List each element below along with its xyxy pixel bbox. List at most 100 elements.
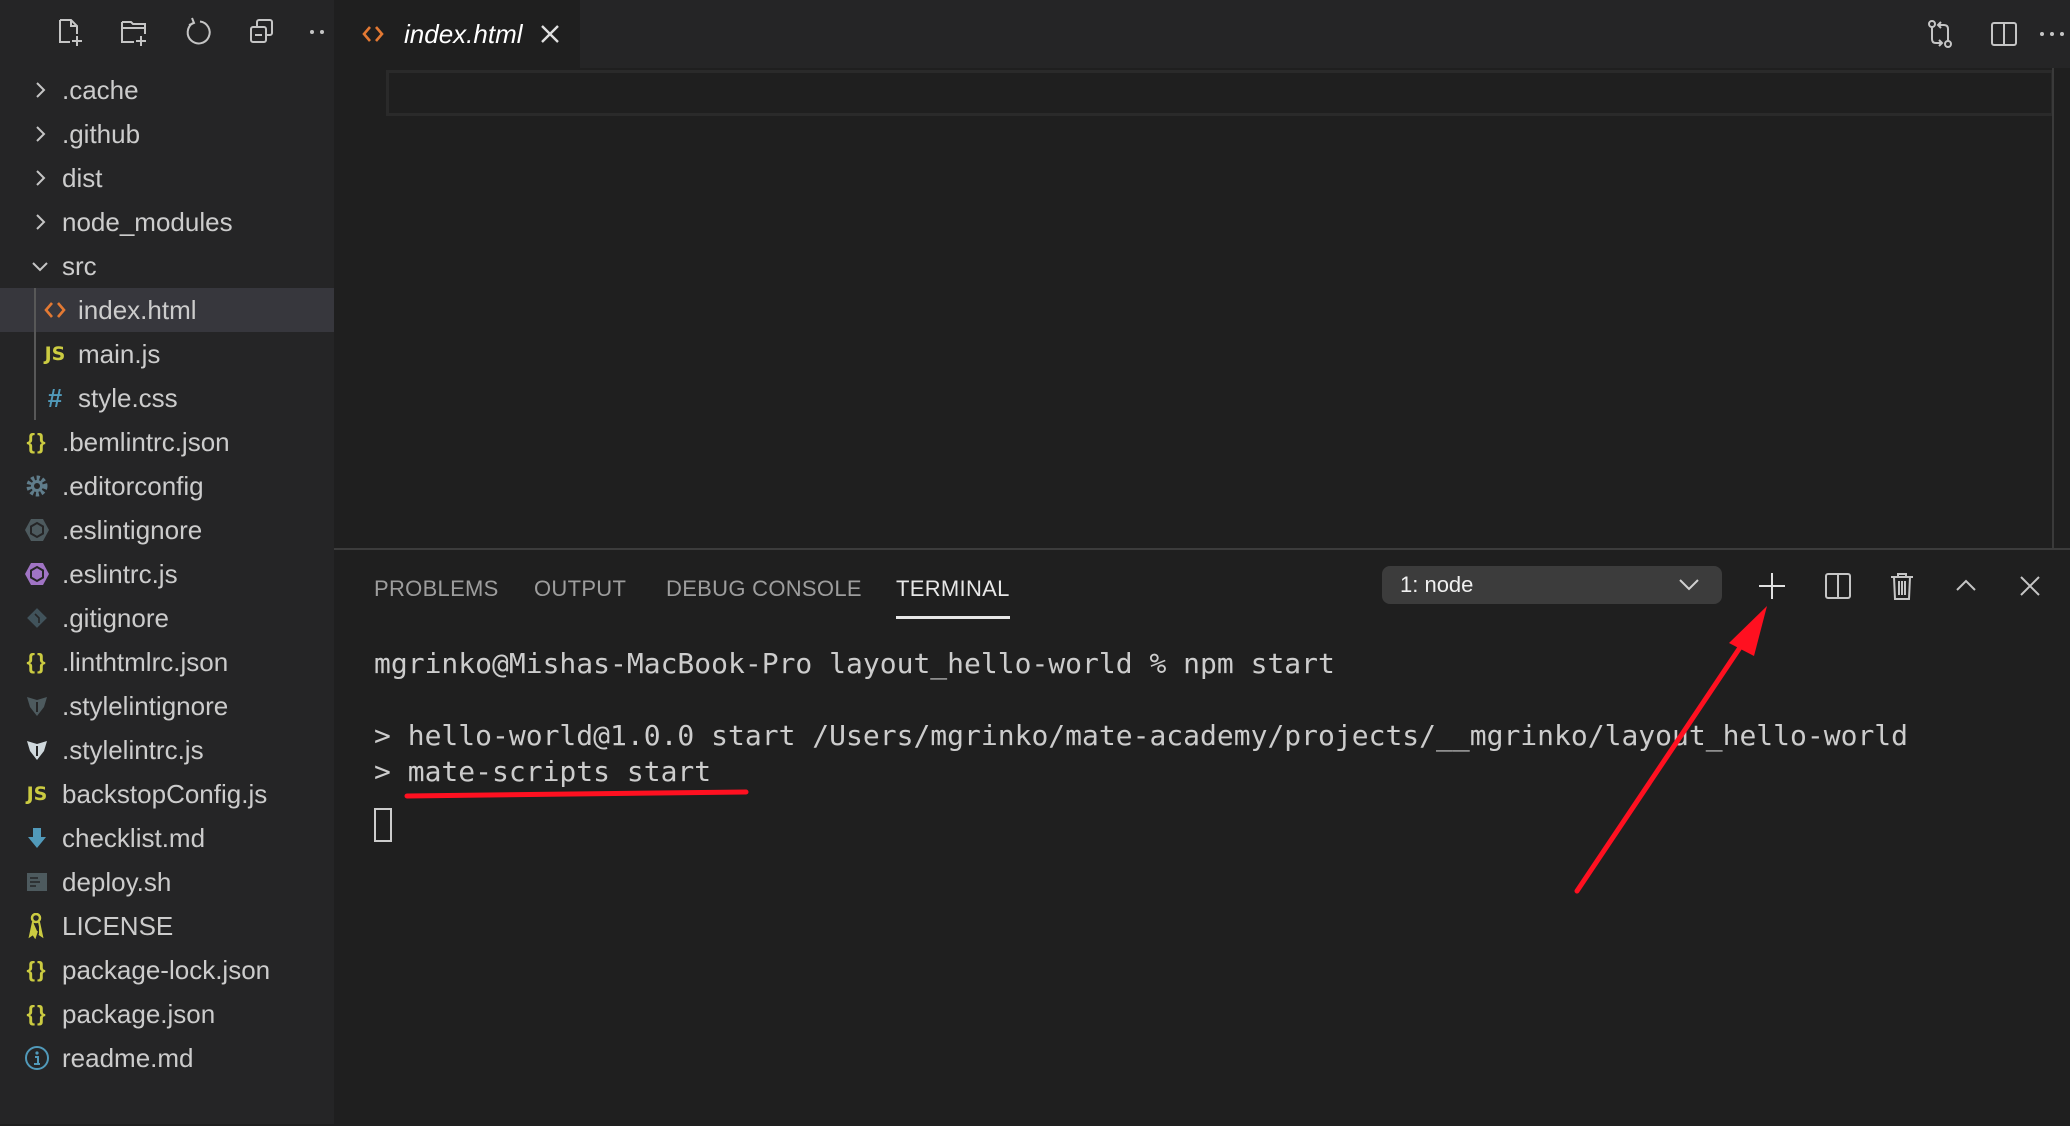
tree-folder[interactable]: dist: [0, 156, 334, 200]
tree-item-label: readme.md: [62, 1043, 194, 1073]
gear-icon: [22, 464, 52, 508]
tree-item-label: deploy.sh: [62, 867, 172, 897]
kill-terminal-button[interactable]: [1882, 566, 1922, 606]
eslint-icon: [22, 552, 52, 596]
info-icon: [22, 1036, 52, 1080]
chevron-right-icon[interactable]: [28, 200, 52, 244]
chevron-down-icon: [1678, 578, 1708, 592]
json-icon: {}: [26, 957, 48, 982]
tree-item-label: .stylelintrc.js: [62, 735, 204, 765]
markdown-arrow-icon: [22, 816, 52, 860]
close-panel-button[interactable]: [2010, 566, 2050, 606]
tree-file[interactable]: .editorconfig: [0, 464, 334, 508]
open-changes-button[interactable]: [1922, 16, 1958, 52]
tree-file[interactable]: .stylelintignore: [0, 684, 334, 728]
tree-file[interactable]: LICENSE: [0, 904, 334, 948]
json-icon: {}: [26, 649, 48, 674]
tree-item-label: .github: [62, 119, 141, 149]
json-icon: {}: [26, 1001, 48, 1026]
tree-folder[interactable]: .cache: [0, 68, 334, 112]
tab-problems[interactable]: PROBLEMS: [374, 576, 499, 616]
tree-file[interactable]: JS backstopConfig.js: [0, 772, 334, 816]
close-icon: [540, 25, 559, 43]
compare-changes-icon: [1928, 20, 1952, 48]
more-icon: [310, 30, 324, 34]
tree-item-label: src: [62, 251, 97, 281]
close-icon: [2020, 576, 2040, 596]
editor-more-button[interactable]: [2034, 16, 2070, 52]
stylelint-ignore-icon: [22, 684, 52, 728]
tab-label: index.html: [404, 18, 523, 49]
tree-file[interactable]: index.html: [0, 288, 334, 332]
new-folder-button[interactable]: [116, 14, 152, 50]
explorer-toolbar: [0, 0, 334, 68]
tree-file[interactable]: {} package.json: [0, 992, 334, 1036]
maximize-panel-button[interactable]: [1946, 566, 1986, 606]
chevron-right-icon[interactable]: [28, 68, 52, 112]
split-terminal-button[interactable]: [1818, 566, 1858, 606]
tree-file[interactable]: {} package-lock.json: [0, 948, 334, 992]
tree-file[interactable]: .gitignore: [0, 596, 334, 640]
chevron-right-icon[interactable]: [28, 156, 52, 200]
tree-file[interactable]: deploy.sh: [0, 860, 334, 904]
new-terminal-icon: [1759, 573, 1785, 599]
tree-file[interactable]: {} .linthtmlrc.json: [0, 640, 334, 684]
chevron-down-icon[interactable]: [28, 244, 52, 288]
tree-item-label: main.js: [78, 339, 161, 369]
tree-item-label: package.json: [62, 999, 216, 1029]
tab-terminal[interactable]: TERMINAL: [896, 576, 1010, 619]
eslint-ignore-icon: [22, 508, 52, 552]
tree-file[interactable]: checklist.md: [0, 816, 334, 860]
tree-file[interactable]: readme.md: [0, 1036, 334, 1080]
new-folder-icon: [121, 21, 146, 46]
new-file-button[interactable]: [52, 14, 88, 50]
editor-scrollbar-border[interactable]: [2052, 68, 2054, 548]
code-editor[interactable]: [334, 68, 2070, 548]
terminal-select[interactable]: 1: node: [1382, 566, 1722, 604]
terminal-line: > hello-world@1.0.0 start /Users/mgrinko…: [374, 719, 1909, 752]
css-icon: #: [47, 383, 63, 413]
tab-output[interactable]: OUTPUT: [534, 576, 626, 616]
explorer-sidebar: .cache .github dist node_modulessrc index.ht…: [0, 0, 334, 1124]
tree-folder[interactable]: .github: [0, 112, 334, 156]
chevron-right-icon[interactable]: [28, 112, 52, 156]
terminal-cursor: [374, 808, 392, 842]
js-icon: JS: [44, 343, 66, 365]
html-icon: [362, 24, 388, 44]
terminal-select-value: 1: node: [1400, 572, 1474, 597]
tree-folder[interactable]: node_modules: [0, 200, 334, 244]
tab-close-button[interactable]: [537, 21, 563, 47]
trash-icon: [1891, 573, 1913, 600]
collapse-all-button[interactable]: [244, 14, 280, 50]
terminal-line: > mate-scripts start: [374, 755, 712, 788]
new-terminal-button[interactable]: [1752, 566, 1792, 606]
json-icon: {}: [26, 429, 48, 454]
tree-file[interactable]: # style.css: [0, 376, 334, 420]
tree-folder[interactable]: src: [0, 244, 334, 288]
tree-file[interactable]: .eslintrc.js: [0, 552, 334, 596]
tree-item-label: checklist.md: [62, 823, 206, 853]
tree-item-label: .gitignore: [62, 603, 169, 633]
tab-index-html[interactable]: index.html: [334, 0, 580, 68]
tree-file[interactable]: .eslintignore: [0, 508, 334, 552]
terminal-output[interactable]: mgrinko@Mishas-MacBook-Pro layout_hello-…: [374, 646, 1908, 842]
more-actions-button[interactable]: [306, 14, 330, 50]
tree-file[interactable]: JS main.js: [0, 332, 334, 376]
tab-debug-console[interactable]: DEBUG CONSOLE: [666, 576, 862, 616]
refresh-button[interactable]: [180, 14, 216, 50]
more-actions-icon: [2040, 32, 2064, 36]
tree-item-label: index.html: [78, 295, 197, 325]
shell-icon: [22, 860, 52, 904]
tree-item-label: .cache: [62, 75, 139, 105]
split-editor-icon: [1991, 22, 2017, 46]
tree-file[interactable]: {} .bemlintrc.json: [0, 420, 334, 464]
stylelint-icon: [22, 728, 52, 772]
tree-file[interactable]: .stylelintrc.js: [0, 728, 334, 772]
editor-tab-bar: index.html: [334, 0, 2070, 68]
new-file-icon: [59, 19, 82, 46]
tree-item-label: .eslintignore: [62, 515, 203, 545]
html-icon: [40, 288, 70, 332]
indent-guide: [34, 288, 36, 420]
terminal-line: mgrinko@Mishas-MacBook-Pro layout_hello-…: [374, 647, 1335, 680]
split-editor-button[interactable]: [1986, 16, 2022, 52]
